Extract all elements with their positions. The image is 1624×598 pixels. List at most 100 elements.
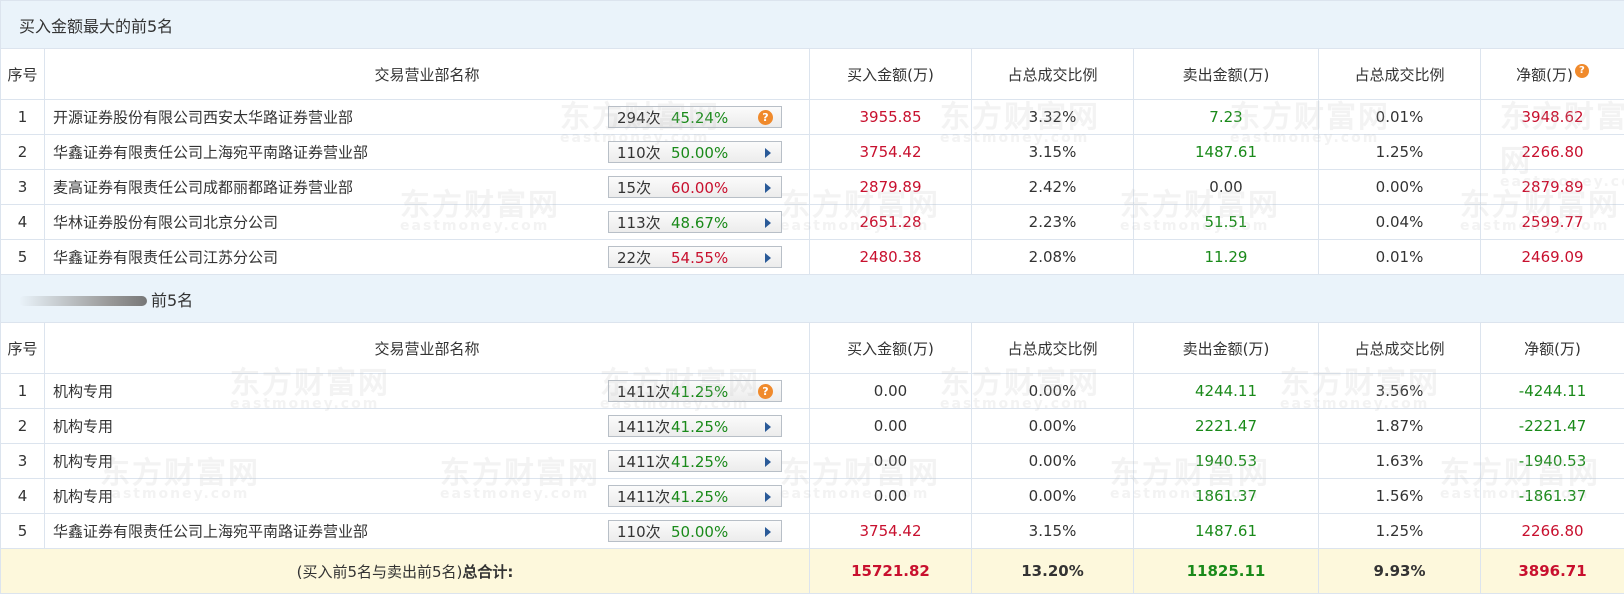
listing-count: 1411次 [617,488,671,506]
branch-stats-box[interactable]: 1411次 41.25% [608,415,782,437]
lhb-panel: 买入金额最大的前5名 序号 交易营业部名称 买入金额(万) 占总成交比例 卖出金额(万) 占… [0,0,1624,598]
net-amount: 2469.09 [1479,239,1624,275]
buy-amount: 3754.42 [809,513,972,549]
row-number: 1 [0,373,45,409]
table-row: 3 机构专用 1411次 41.25% 0.00 0.00% 1940.53 1.63% -19… [0,443,1624,479]
branch-stats-box[interactable]: 15次 60.00% [608,176,782,198]
triangle-right-icon[interactable] [765,527,771,537]
listing-count: 110次 [617,144,661,162]
branch-name[interactable]: 开源证券股份有限公司西安太华路证券营业部 [53,107,353,128]
buy-amount: 3955.85 [809,99,972,135]
sell-amount: 4244.11 [1133,373,1319,409]
sell-ratio: 1.25% [1318,513,1481,549]
question-circle-icon[interactable]: ? [758,384,773,399]
table-row: 3 麦高证券有限责任公司成都丽都路证券营业部 15次 60.00% 2879.89 2.4… [0,169,1624,205]
net-amount: 2879.89 [1479,169,1624,205]
triangle-right-icon[interactable] [765,218,771,228]
buy-amount: 2651.28 [809,204,972,240]
sell-ratio: 1.25% [1318,134,1481,170]
total-net: 3896.71 [1479,548,1624,594]
branch-name[interactable]: 华林证券股份有限公司北京分公司 [53,212,278,233]
table-row: 2 机构专用 1411次 41.25% 0.00 0.00% 2221.47 1.87% -22… [0,408,1624,444]
col-header-name-label: 交易营业部名称 [374,339,480,358]
branch-name[interactable]: 华鑫证券有限责任公司上海宛平南路证券营业部 [53,142,368,163]
table-row: 2 华鑫证券有限责任公司上海宛平南路证券营业部 110次 50.00% 3754.42 3… [0,134,1624,170]
sell-ratio: 1.63% [1318,443,1481,479]
total-label-prefix: (买入前5名与卖出前5名) [296,562,463,581]
branch-stats-box[interactable]: 1411次 41.25% [608,485,782,507]
buy-ratio: 2.08% [971,239,1134,275]
col-header-name-label: 交易营业部名称 [374,65,480,84]
branch-stats-box[interactable]: 110次 50.00% [608,520,782,542]
total-sell: 11825.11 [1133,548,1319,594]
col-header-name: 交易营业部名称 [44,322,810,374]
row-number: 3 [0,443,45,479]
sell-amount: 0.00 [1133,169,1319,205]
listing-count: 15次 [617,179,652,197]
triangle-right-icon[interactable] [765,492,771,502]
table-row: 4 华林证券股份有限公司北京分公司 113次 48.67% 2651.28 2.23% 51… [0,204,1624,240]
buy-ratio: 0.00% [971,408,1134,444]
question-circle-icon[interactable]: ? [758,110,773,125]
sell-amount: 51.51 [1133,204,1319,240]
branch-name-cell: 机构专用 1411次 41.25% [44,443,810,479]
col-header-net: 净额(万) [1479,322,1624,374]
win-rate: 41.25% [671,453,729,471]
row-number: 4 [0,478,45,514]
triangle-right-icon[interactable] [765,457,771,467]
sell-ratio: 1.56% [1318,478,1481,514]
sell_section-header-row: 序号 交易营业部名称 买入金额(万) 占总成交比例 卖出金额(万) 占总成交比例 净额(万) [0,322,1624,374]
branch-name[interactable]: 华鑫证券有限责任公司江苏分公司 [53,247,278,268]
win-rate: 54.55% [671,249,729,267]
listing-count: 1411次 [617,453,671,471]
triangle-right-icon[interactable] [765,148,771,158]
branch-stats-box[interactable]: 1411次 41.25% [608,450,782,472]
sell-amount: 1487.61 [1133,134,1319,170]
listing-count: 22次 [617,249,652,267]
sell-amount: 11.29 [1133,239,1319,275]
triangle-right-icon[interactable] [765,253,771,263]
col-header-buy-label: 买入金额(万) [847,65,934,84]
sell_section-title-row: 前5名 [0,274,1624,323]
col-header-buy-ratio-label: 占总成交比例 [1007,339,1098,358]
col-header-sell-ratio: 占总成交比例 [1318,322,1481,374]
col-header-no-label: 序号 [7,65,38,84]
branch-name[interactable]: 麦高证券有限责任公司成都丽都路证券营业部 [53,177,353,198]
branch-name[interactable]: 机构专用 [53,381,113,402]
total-label-cell: (买入前5名与卖出前5名)总合计: [0,548,810,594]
branch-name[interactable]: 华鑫证券有限责任公司上海宛平南路证券营业部 [53,521,368,542]
branch-stats-box[interactable]: 22次 54.55% [608,246,782,268]
buy_section-title-cell: 买入金额最大的前5名 [0,0,1624,49]
branch-name[interactable]: 机构专用 [53,486,113,507]
table-row: 5 华鑫证券有限责任公司江苏分公司 22次 54.55% 2480.38 2.08% 11.… [0,239,1624,275]
col-header-sell: 卖出金额(万) [1133,322,1319,374]
col-header-no: 序号 [0,322,45,374]
branch-stats-box[interactable]: 294次 45.24%? [608,106,782,128]
buy-ratio: 0.00% [971,478,1134,514]
branch-name-cell: 华鑫证券有限责任公司上海宛平南路证券营业部 110次 50.00% [44,134,810,170]
col-header-name: 交易营业部名称 [44,48,810,100]
branch-name[interactable]: 机构专用 [53,416,113,437]
win-rate: 45.24% [671,109,729,127]
buy-ratio: 2.42% [971,169,1134,205]
col-header-sell-label: 卖出金额(万) [1182,65,1270,84]
col-header-net: 净额(万)? [1479,48,1624,100]
triangle-right-icon[interactable] [765,183,771,193]
table-row: 1 机构专用 1411次 41.25%? 0.00 0.00% 4244.11 3.56% -4… [0,373,1624,409]
row-number: 5 [0,513,45,549]
branch-stats-box[interactable]: 113次 48.67% [608,211,782,233]
win-rate: 41.25% [671,418,729,436]
row-number: 1 [0,99,45,135]
col-header-buy-ratio: 占总成交比例 [971,48,1134,100]
triangle-right-icon[interactable] [765,422,771,432]
branch-stats-box[interactable]: 110次 50.00% [608,141,782,163]
branch-stats-box[interactable]: 1411次 41.25%? [608,380,782,402]
buy-ratio: 3.15% [971,513,1134,549]
row-number: 2 [0,408,45,444]
buy-ratio: 3.32% [971,99,1134,135]
buy-amount: 0.00 [809,443,972,479]
branch-name[interactable]: 机构专用 [53,451,113,472]
sell-amount: 1487.61 [1133,513,1319,549]
branch-name-cell: 机构专用 1411次 41.25% [44,478,810,514]
question-circle-icon[interactable]: ? [1574,63,1589,78]
